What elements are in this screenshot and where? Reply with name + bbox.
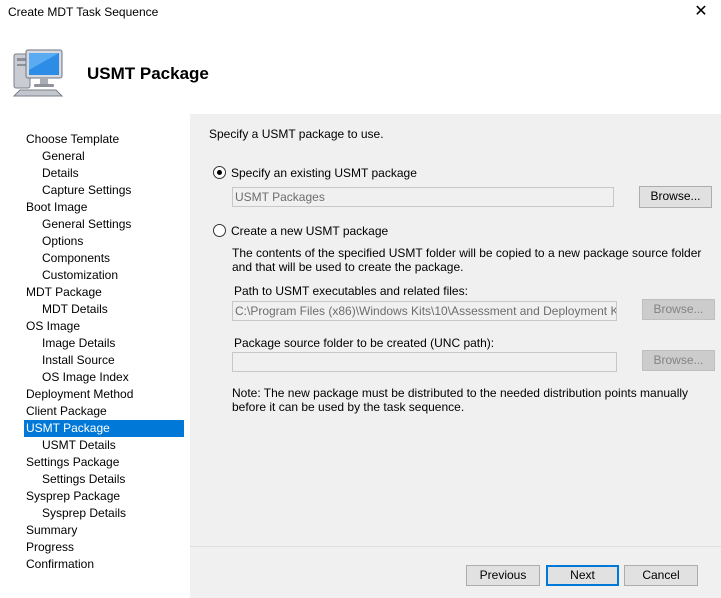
nav-item[interactable]: Confirmation xyxy=(24,556,94,573)
wizard-header: USMT Package xyxy=(0,24,721,114)
usmt-path-label: Path to USMT executables and related fil… xyxy=(234,284,468,298)
existing-package-field[interactable]: USMT Packages xyxy=(232,187,614,207)
nav-item[interactable]: USMT Package xyxy=(24,420,184,437)
previous-button[interactable]: Previous xyxy=(466,565,540,586)
nav-item[interactable]: Sysprep Package xyxy=(24,488,120,505)
nav-item[interactable]: Boot Image xyxy=(24,199,87,216)
next-button[interactable]: Next xyxy=(546,565,619,586)
main-panel: Specify a USMT package to use. Specify a… xyxy=(190,114,721,598)
distribution-note: Note: The new package must be distribute… xyxy=(232,386,689,414)
computer-icon xyxy=(12,49,64,97)
wizard-steps-nav: Choose Template General Details Capture Set… xyxy=(0,114,190,598)
nav-item[interactable]: General xyxy=(40,148,85,165)
nav-item[interactable]: OS Image xyxy=(24,318,80,335)
new-package-radio[interactable] xyxy=(213,224,226,237)
radio-selected-dot xyxy=(217,170,222,175)
nav-item[interactable]: Install Source xyxy=(40,352,115,369)
nav-item[interactable]: MDT Details xyxy=(40,301,108,318)
nav-item[interactable]: USMT Details xyxy=(40,437,116,454)
new-package-label[interactable]: Create a new USMT package xyxy=(231,224,388,238)
existing-browse-button[interactable]: Browse... xyxy=(639,186,712,208)
existing-package-label[interactable]: Specify an existing USMT package xyxy=(231,166,417,180)
nav-item[interactable]: Deployment Method xyxy=(24,386,133,403)
usmt-path-field[interactable]: C:\Program Files (x86)\Windows Kits\10\A… xyxy=(232,301,617,321)
new-package-description: The contents of the specified USMT folde… xyxy=(232,246,702,274)
instruction-text: Specify a USMT package to use. xyxy=(209,127,384,141)
nav-item[interactable]: Progress xyxy=(24,539,74,556)
nav-item[interactable]: Choose Template xyxy=(24,131,119,148)
close-icon[interactable]: ✕ xyxy=(691,2,711,22)
nav-item[interactable]: Sysprep Details xyxy=(40,505,126,522)
nav-item[interactable]: Image Details xyxy=(40,335,115,352)
nav-item[interactable]: MDT Package xyxy=(24,284,102,301)
package-source-browse-button[interactable]: Browse... xyxy=(642,350,715,371)
package-source-label: Package source folder to be created (UNC… xyxy=(234,336,495,350)
nav-item[interactable]: Client Package xyxy=(24,403,107,420)
nav-item[interactable]: General Settings xyxy=(40,216,131,233)
footer-divider xyxy=(190,546,721,547)
nav-item[interactable]: Settings Details xyxy=(40,471,125,488)
nav-item[interactable]: Details xyxy=(40,165,79,182)
nav-item[interactable]: OS Image Index xyxy=(40,369,129,386)
nav-item[interactable]: Settings Package xyxy=(24,454,119,471)
nav-item[interactable]: Components xyxy=(40,250,110,267)
nav-item[interactable]: Customization xyxy=(40,267,118,284)
window-title: Create MDT Task Sequence xyxy=(8,5,159,19)
nav-item[interactable]: Options xyxy=(40,233,83,250)
title-bar: Create MDT Task Sequence ✕ xyxy=(0,0,721,24)
page-title: USMT Package xyxy=(87,64,209,83)
nav-item[interactable]: Capture Settings xyxy=(40,182,131,199)
usmt-path-browse-button[interactable]: Browse... xyxy=(642,299,715,320)
nav-item[interactable]: Summary xyxy=(24,522,77,539)
cancel-button[interactable]: Cancel xyxy=(624,565,698,586)
existing-package-radio[interactable] xyxy=(213,166,226,179)
package-source-field[interactable] xyxy=(232,352,617,372)
